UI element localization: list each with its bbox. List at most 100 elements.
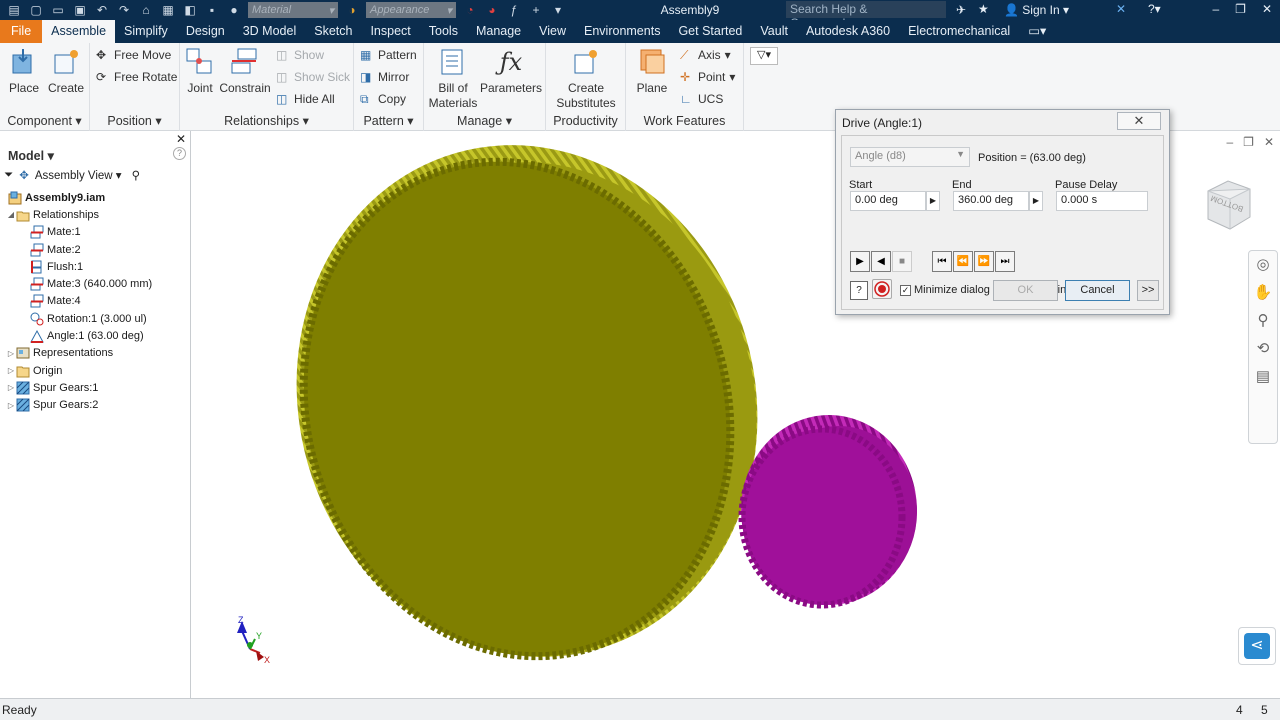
tab-electromechanical[interactable]: Electromechanical <box>899 20 1019 43</box>
tab-3d-model[interactable]: 3D Model <box>234 20 306 43</box>
tab-manage[interactable]: Manage <box>467 20 530 43</box>
panel-label-component[interactable]: Component ▾ <box>0 113 89 128</box>
tree-item-mate-1[interactable]: Mate:1 <box>0 224 191 241</box>
large-gear[interactable] <box>237 131 818 698</box>
constrain-button[interactable]: Constrain <box>218 47 272 96</box>
home-icon[interactable]: ⌂ <box>138 3 154 17</box>
minimize-checkbox[interactable]: ✓ <box>900 285 911 296</box>
close-icon[interactable]: ✕ <box>176 132 186 146</box>
pattern-button[interactable]: ▦ Pattern <box>360 46 417 64</box>
free-rotate-button[interactable]: ⟳ Free Rotate <box>96 68 177 86</box>
expanded-icon[interactable]: ◢ <box>6 210 16 219</box>
ucs-button[interactable]: ∟ UCS <box>680 90 723 108</box>
parameters-button[interactable]: ƒx Parameters <box>480 47 542 96</box>
color-icon[interactable]: ● <box>226 3 242 17</box>
tree-item-spur-gears-2[interactable]: ▷ Spur Gears:2 <box>0 397 191 414</box>
tree-item-assembly[interactable]: Assembly9.iam <box>0 189 191 206</box>
tree-item-rotation-1[interactable]: Rotation:1 (3.000 ul) <box>0 310 191 327</box>
ribbon-extra-dropdown[interactable]: ▽▾ <box>750 47 778 65</box>
end-input[interactable]: 360.00 deg <box>953 191 1029 211</box>
tab-autodesk-a360[interactable]: Autodesk A360 <box>797 20 899 43</box>
tree-item-mate-2[interactable]: Mate:2 <box>0 241 191 258</box>
ipart-icon[interactable]: ▪ <box>204 3 220 17</box>
tree-item-mate-3[interactable]: Mate:3 (640.000 mm) <box>0 275 191 292</box>
collapsed-icon[interactable]: ▷ <box>6 349 16 358</box>
assembly-view-dropdown[interactable]: Assembly View ▾ <box>35 168 122 182</box>
step-forward-button[interactable]: ⏩ <box>974 251 994 272</box>
show-sick-button[interactable]: ◫ Show Sick <box>276 68 350 86</box>
restore-icon[interactable]: ❐ <box>1243 135 1254 149</box>
material-dropdown[interactable]: Material ▾ <box>248 2 338 18</box>
create-button[interactable]: Create <box>48 47 84 96</box>
search-input[interactable]: Search Help & Commands... <box>786 1 946 30</box>
tab-sketch[interactable]: Sketch <box>305 20 361 43</box>
minimize-icon[interactable]: – <box>1212 2 1219 16</box>
measure-icon[interactable]: + <box>528 3 544 17</box>
tab-view[interactable]: View <box>530 20 575 43</box>
place-button[interactable]: Place <box>6 47 42 96</box>
orbit-icon[interactable]: ⟲ <box>1249 335 1277 363</box>
tab-design[interactable]: Design <box>177 20 234 43</box>
reverse-button[interactable]: ◀ <box>871 251 891 272</box>
panel-label-manage[interactable]: Manage ▾ <box>424 113 545 128</box>
panel-label-pattern[interactable]: Pattern ▾ <box>354 113 423 128</box>
share-button[interactable]: ⋖ <box>1238 627 1276 665</box>
adjust-icon[interactable]: ◔ <box>462 3 478 17</box>
look-at-icon[interactable]: ▤ <box>1249 363 1277 391</box>
tree-item-representations[interactable]: ▷ Representations <box>0 345 191 362</box>
ok-button[interactable]: OK <box>993 280 1058 301</box>
sign-in-link[interactable]: 👤 Sign In ▾ <box>1004 3 1069 17</box>
pan-icon[interactable]: ✋ <box>1249 279 1277 307</box>
tab-environments[interactable]: Environments <box>575 20 669 43</box>
create-substitutes-button[interactable]: Create Substitutes <box>550 47 622 111</box>
browser-header[interactable]: Model ▾ <box>8 148 54 163</box>
tree-item-origin[interactable]: ▷ Origin <box>0 362 191 379</box>
exchange-icon[interactable]: ✕ <box>1116 2 1126 16</box>
binoculars-icon[interactable]: ✈ <box>956 3 966 17</box>
joint-button[interactable]: Joint <box>184 47 216 96</box>
tab-overflow[interactable]: ▭▾ <box>1019 20 1055 43</box>
dialog-close-button[interactable]: ✕ <box>1117 112 1161 130</box>
steering-wheel-icon[interactable]: ◎ <box>1249 251 1277 279</box>
start-flyout-button[interactable]: ▶ <box>926 191 940 211</box>
start-input[interactable]: 0.00 deg <box>850 191 926 211</box>
tab-vault[interactable]: Vault <box>751 20 797 43</box>
undo-icon[interactable]: ↶ <box>94 3 110 17</box>
tree-item-relationships[interactable]: ◢ Relationships <box>0 206 191 223</box>
filter-icon[interactable]: ⏷ <box>4 169 13 182</box>
tab-inspect[interactable]: Inspect <box>361 20 419 43</box>
tree-item-angle-1[interactable]: Angle:1 (63.00 deg) <box>0 327 191 344</box>
help-icon[interactable]: ?▾ <box>1148 2 1161 16</box>
favorites-icon[interactable]: ★ <box>978 2 989 16</box>
binoculars-icon[interactable]: ⚲ <box>132 168 140 182</box>
panel-label-productivity[interactable]: Productivity <box>546 114 625 128</box>
axis-button[interactable]: ⟋ Axis ▾ <box>680 46 731 64</box>
help-icon[interactable]: ? <box>173 147 186 160</box>
hide-all-button[interactable]: ◫ Hide All <box>276 90 335 108</box>
close-icon[interactable]: ✕ <box>1262 2 1272 16</box>
save-icon[interactable]: ▣ <box>72 3 88 17</box>
cancel-button[interactable]: Cancel <box>1065 280 1130 301</box>
tab-tools[interactable]: Tools <box>420 20 467 43</box>
help-button[interactable]: ? <box>850 281 868 300</box>
appearance-dropdown[interactable]: Appearance ▾ <box>366 2 456 18</box>
app-menu-icon[interactable]: ▤ <box>6 3 22 17</box>
tab-assemble[interactable]: Assemble <box>42 20 116 43</box>
clear-icon[interactable]: ◕ <box>484 3 500 17</box>
go-to-end-button[interactable]: ⏭ <box>995 251 1015 272</box>
more-button[interactable]: >> <box>1137 280 1159 301</box>
customize-icon[interactable]: ▾ <box>550 3 566 17</box>
forward-button[interactable]: ▶ <box>850 251 870 272</box>
copy-button[interactable]: ⧉ Copy <box>360 90 406 108</box>
update-icon[interactable]: ▦ <box>160 3 176 17</box>
select-icon[interactable]: ◧ <box>182 3 198 17</box>
panel-label-position[interactable]: Position ▾ <box>90 113 179 128</box>
collapsed-icon[interactable]: ▷ <box>6 383 16 392</box>
plane-button[interactable]: Plane <box>630 47 674 96</box>
go-to-start-button[interactable]: ⏮ <box>932 251 952 272</box>
bill-of-materials-button[interactable]: Bill of Materials <box>428 47 478 111</box>
panel-label-relationships[interactable]: Relationships ▾ <box>180 113 353 128</box>
tab-file[interactable]: File <box>0 20 43 43</box>
tree-item-spur-gears-1[interactable]: ▷ Spur Gears:1 <box>0 379 191 396</box>
collapsed-icon[interactable]: ▷ <box>6 401 16 410</box>
